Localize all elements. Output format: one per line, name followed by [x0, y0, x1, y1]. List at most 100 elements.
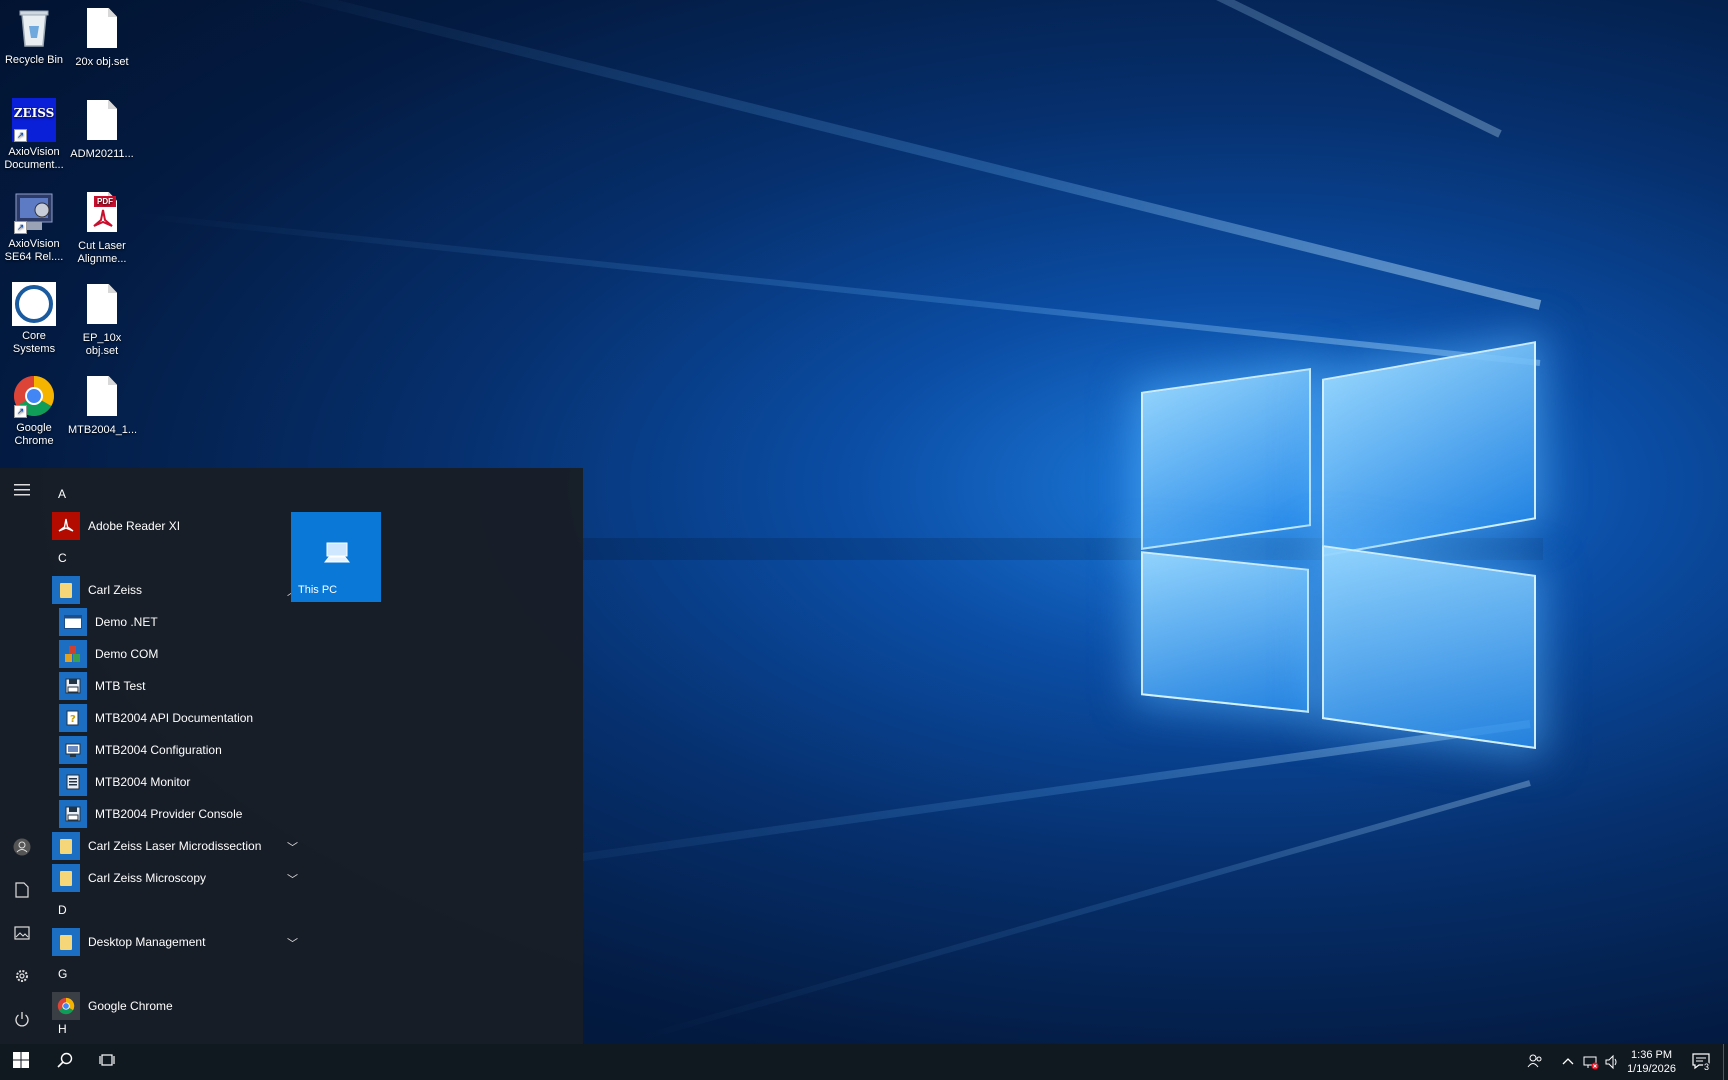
search-icon: [57, 1052, 73, 1073]
letter-header-d[interactable]: D: [52, 894, 282, 926]
shortcut-arrow-icon: ↗: [14, 129, 27, 142]
computer-icon: [323, 542, 351, 567]
app-label: Google Chrome: [88, 999, 173, 1013]
folder-desktop-management[interactable]: Desktop Management ﹀: [52, 926, 298, 958]
app-mtb2004-api-documentation[interactable]: ? MTB2004 API Documentation: [52, 702, 282, 734]
desktop: Recycle Bin 20x obj.set ZEISS ↗ AxioVisi…: [0, 0, 1728, 1080]
letter-header-a[interactable]: A: [52, 478, 282, 510]
tile-label: This PC: [298, 584, 338, 596]
desktop-icon-label: Google Chrome: [14, 422, 54, 447]
power-icon: [14, 1011, 30, 1032]
microscope-app-icon: ↗: [12, 190, 56, 234]
desktop-icon-axiovision-document[interactable]: ZEISS ↗ AxioVision Document...: [0, 98, 68, 172]
desktop-icon-label: ADM20211...: [70, 148, 134, 160]
app-label: Demo .NET: [95, 615, 158, 629]
notification-count-badge: 3: [1703, 1062, 1711, 1072]
config-monitor-icon: [59, 736, 87, 764]
desktop-icon-adm20211[interactable]: ADM20211...: [68, 98, 136, 161]
show-desktop-button[interactable]: [1723, 1044, 1728, 1080]
app-google-chrome[interactable]: Google Chrome: [52, 990, 282, 1022]
tile-this-pc[interactable]: This PC: [291, 512, 381, 602]
folder-icon: [52, 832, 80, 860]
app-label: MTB2004 Provider Console: [95, 807, 243, 821]
task-view-icon: [99, 1053, 115, 1072]
app-adobe-reader[interactable]: Adobe Reader XI: [52, 510, 282, 542]
app-label: MTB2004 Monitor: [95, 775, 191, 789]
desktop-icon-recycle-bin[interactable]: Recycle Bin: [0, 6, 68, 67]
clock[interactable]: 1:36 PM 1/19/2026: [1627, 1048, 1676, 1076]
desktop-icon-google-chrome[interactable]: ↗ Google Chrome: [0, 374, 68, 448]
chrome-icon: ↗: [12, 374, 56, 418]
app-demo-com[interactable]: Demo COM: [52, 638, 282, 670]
desktop-icon-label: Cut Laser Alignme...: [77, 240, 127, 265]
folder-icon: [52, 576, 80, 604]
folder-icon: [52, 928, 80, 956]
desktop-icon-axiovision-se64[interactable]: ↗ AxioVision SE64 Rel....: [0, 190, 68, 264]
user-account-button[interactable]: [0, 829, 44, 869]
shortcut-arrow-icon: ↗: [14, 405, 27, 418]
app-label: Adobe Reader XI: [88, 519, 181, 533]
app-label: Desktop Management: [88, 935, 206, 949]
settings-button[interactable]: [0, 958, 44, 998]
start-button[interactable]: [0, 1044, 42, 1080]
start-menu-rail: [0, 468, 44, 1044]
wallpaper-pane-top-left: [1141, 368, 1311, 550]
people-icon[interactable]: [1527, 1053, 1543, 1072]
app-label: Carl Zeiss: [88, 583, 143, 597]
app-mtb-test[interactable]: MTB Test: [52, 670, 282, 702]
search-button[interactable]: [44, 1044, 86, 1080]
expand-menu-button[interactable]: [0, 472, 44, 512]
letter-header-g[interactable]: G: [52, 958, 282, 990]
app-label: MTB Test: [95, 679, 146, 693]
app-label: Carl Zeiss Laser Microdissection: [88, 839, 262, 853]
app-mtb2004-provider-console[interactable]: MTB2004 Provider Console: [52, 798, 282, 830]
gear-icon: [14, 968, 30, 989]
folder-icon: [52, 864, 80, 892]
desktop-icon-cut-laser-alignment[interactable]: PDF Cut Laser Alignme...: [68, 190, 136, 266]
pictures-button[interactable]: [0, 915, 44, 955]
letter-header-c[interactable]: C: [52, 542, 282, 574]
recycle-bin-icon: [12, 6, 56, 50]
picture-icon: [14, 925, 30, 945]
app-demo-net[interactable]: Demo .NET: [52, 606, 282, 638]
documents-button[interactable]: [0, 872, 44, 912]
shortcut-arrow-icon: ↗: [14, 221, 27, 234]
console-app-icon: [59, 800, 87, 828]
power-button[interactable]: [0, 1001, 44, 1041]
file-icon: [80, 284, 124, 328]
zeiss-logo-icon: ZEISS ↗: [12, 98, 56, 142]
pdf-badge: PDF: [94, 196, 116, 207]
network-disconnected-icon[interactable]: [1583, 1054, 1599, 1073]
desktop-icon-ep-10x-obj-set[interactable]: EP_10x obj.set: [68, 282, 136, 358]
adobe-reader-icon: [52, 512, 80, 540]
pdf-file-icon: PDF: [80, 192, 124, 236]
folder-carl-zeiss-microscopy[interactable]: Carl Zeiss Microscopy ﹀: [52, 862, 298, 894]
hamburger-icon: [14, 483, 30, 501]
letter-header-h[interactable]: H: [52, 1022, 282, 1036]
desktop-icon-mtb2004-1[interactable]: MTB2004_1...: [68, 374, 137, 437]
desktop-icon-core-systems[interactable]: Core Systems: [0, 282, 68, 356]
desktop-icon-label: AxioVision Document...: [4, 146, 64, 171]
floppy-app-icon: [59, 672, 87, 700]
help-doc-icon: ?: [59, 704, 87, 732]
volume-icon[interactable]: [1604, 1054, 1620, 1073]
app-label: Carl Zeiss Microscopy: [88, 871, 207, 885]
clock-date: 1/19/2026: [1627, 1063, 1676, 1075]
windows-logo-icon: [13, 1051, 29, 1073]
action-center-button[interactable]: 3: [1692, 1052, 1711, 1073]
task-view-button[interactable]: [86, 1044, 128, 1080]
file-icon: [80, 376, 124, 420]
chevron-down-icon: ﹀: [287, 938, 298, 950]
app-mtb2004-configuration[interactable]: MTB2004 Configuration: [52, 734, 282, 766]
chevron-up-icon[interactable]: [1562, 1055, 1574, 1069]
folder-carl-zeiss[interactable]: Carl Zeiss ︿: [52, 574, 298, 606]
app-label: MTB2004 Configuration: [95, 743, 222, 757]
wallpaper-pane-bottom-left: [1141, 551, 1309, 713]
app-label: Demo COM: [95, 647, 159, 661]
desktop-icon-20x-obj-set[interactable]: 20x obj.set: [68, 6, 136, 69]
app-mtb2004-monitor[interactable]: MTB2004 Monitor: [52, 766, 282, 798]
chevron-down-icon: ﹀: [287, 874, 298, 886]
wallpaper-pane-top-right: [1322, 341, 1536, 557]
desktop-icon-label: EP_10x obj.set: [82, 332, 122, 357]
folder-carl-zeiss-laser-microdissection[interactable]: Carl Zeiss Laser Microdissection ﹀: [52, 830, 298, 862]
